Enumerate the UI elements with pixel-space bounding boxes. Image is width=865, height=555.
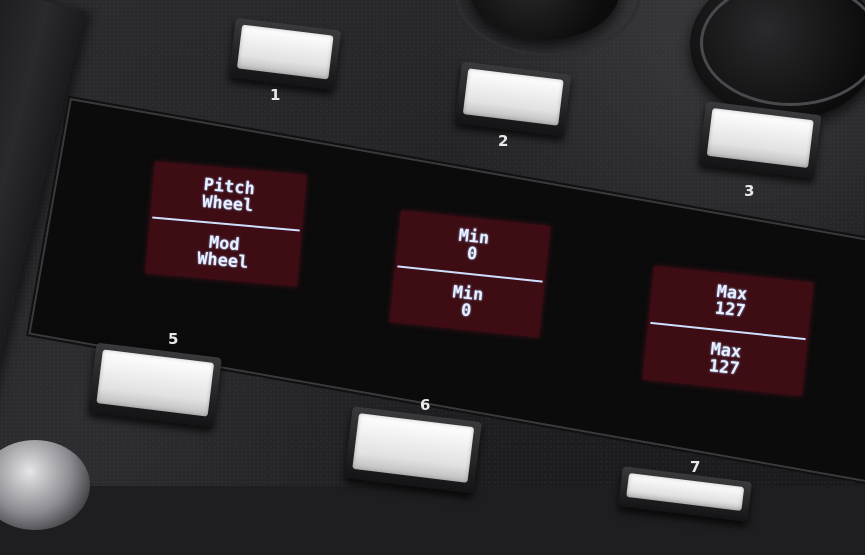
button-cap <box>626 473 745 511</box>
button-1[interactable] <box>228 17 342 91</box>
button-1-label: 1 <box>270 86 281 104</box>
button-6-label: 6 <box>420 396 431 414</box>
button-cap <box>462 68 564 126</box>
button-7-label: 7 <box>690 458 701 476</box>
oled-display-3: Max 127 Max 127 <box>642 265 814 397</box>
button-2[interactable] <box>454 61 572 137</box>
button-cap <box>236 24 334 80</box>
button-5-label: 5 <box>168 330 179 348</box>
oled-display-1: Pitch Wheel Mod Wheel <box>145 161 307 287</box>
button-cap <box>352 413 475 483</box>
button-cap <box>96 349 215 417</box>
button-3-label: 3 <box>744 182 755 200</box>
button-cap <box>706 107 814 169</box>
oled-display-2: Min 0 Min 0 <box>389 210 551 338</box>
button-2-label: 2 <box>498 132 509 150</box>
